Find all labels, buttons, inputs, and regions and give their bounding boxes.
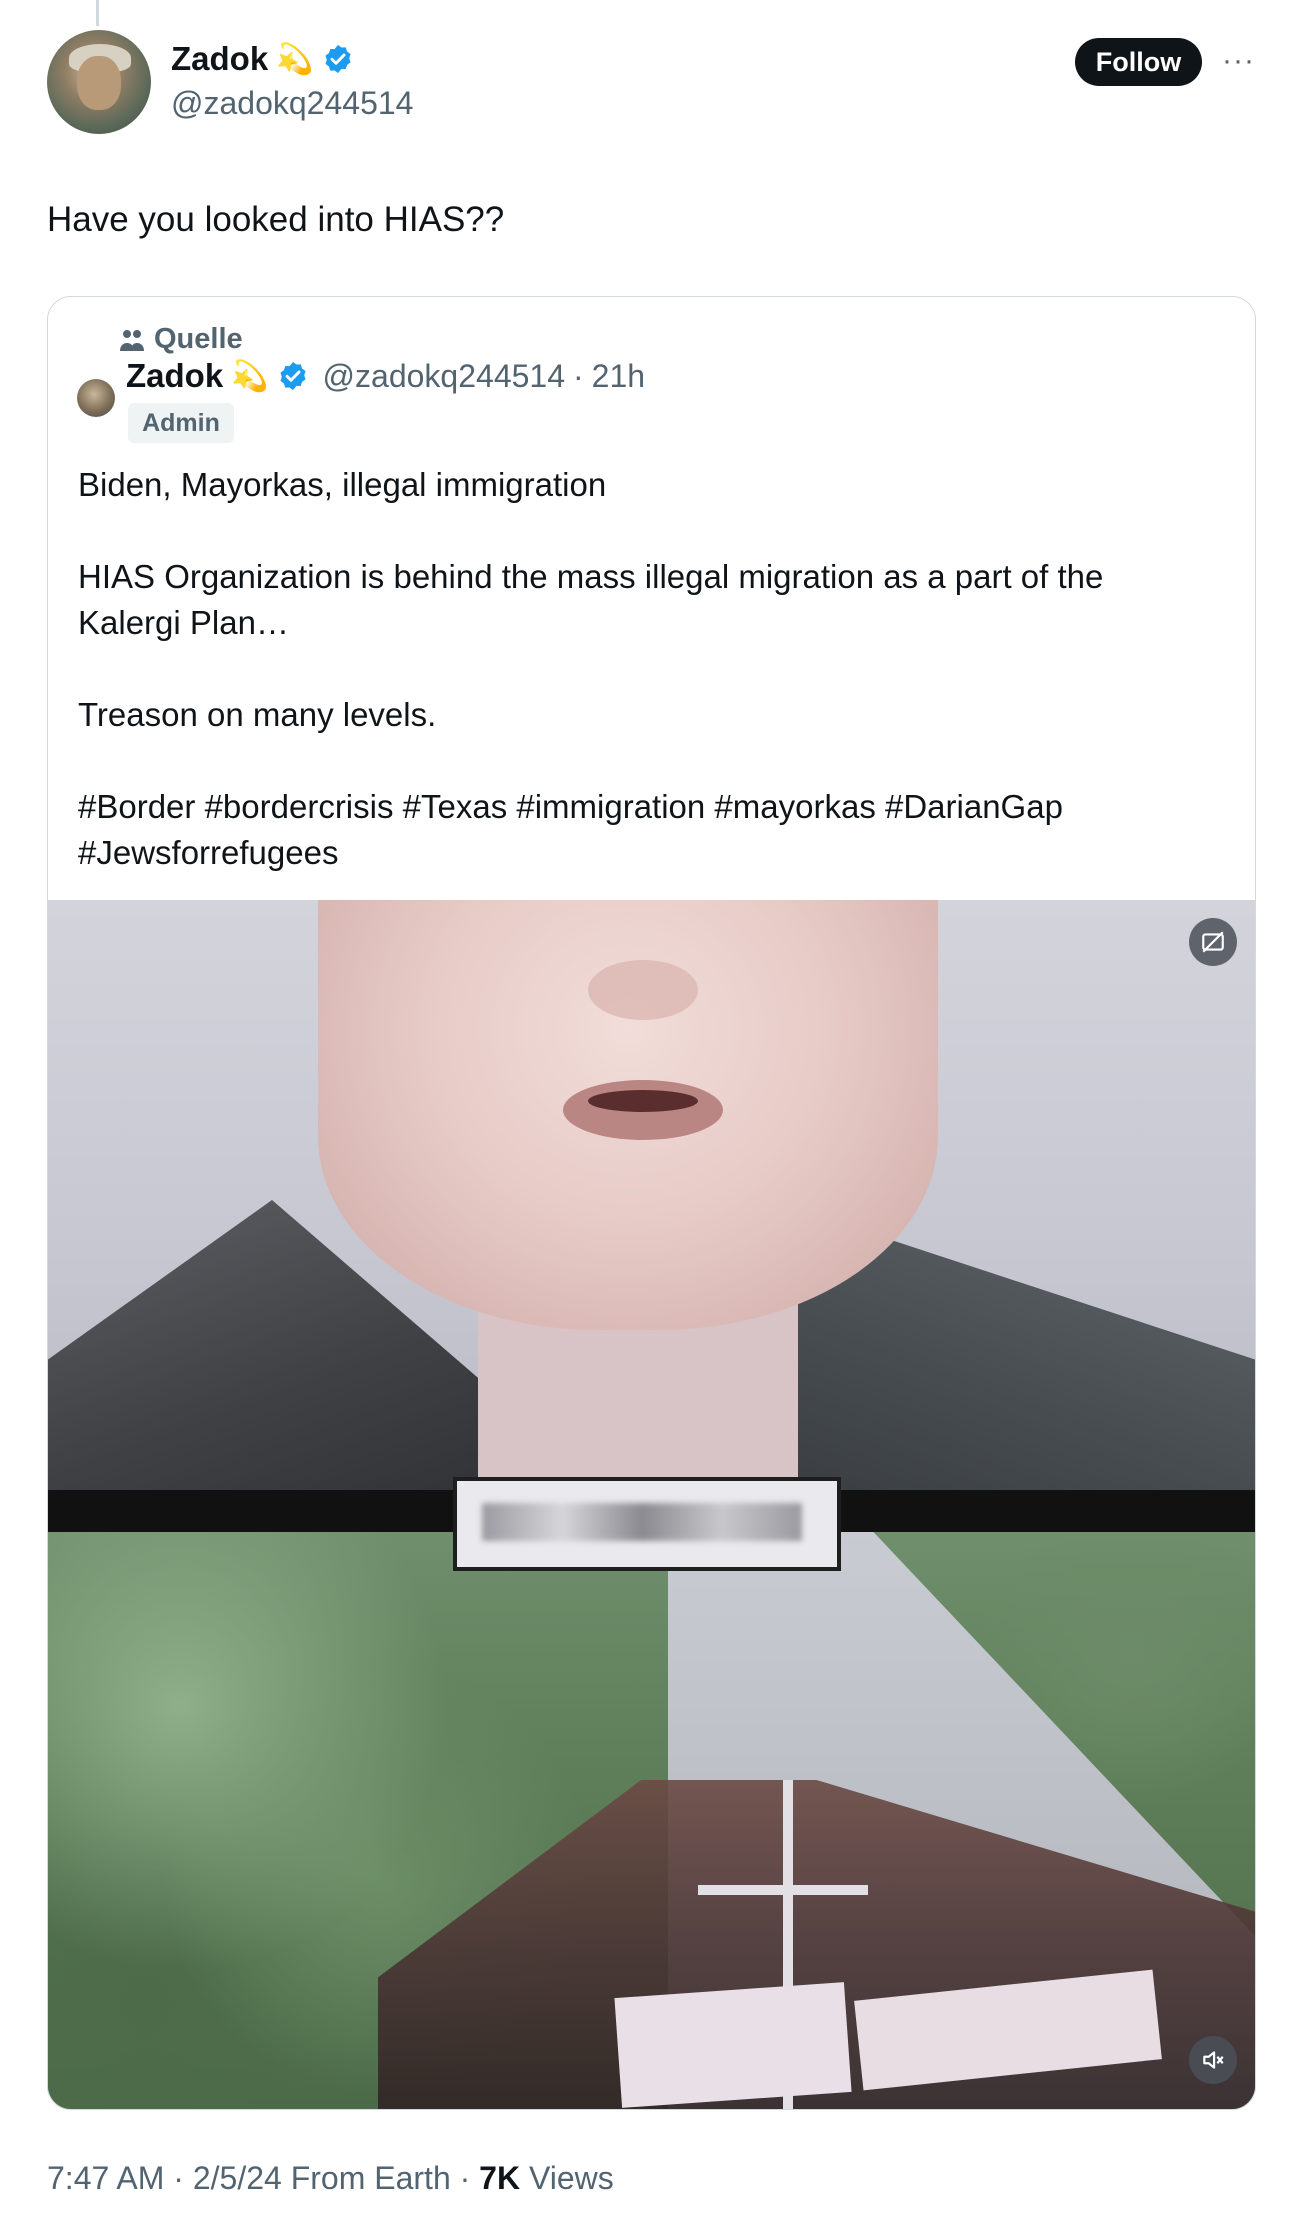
video-mouth-inner <box>588 1090 698 1112</box>
author-handle[interactable]: @zadokq244514 <box>171 85 413 122</box>
avatar[interactable] <box>47 30 151 134</box>
quoted-avatar[interactable] <box>77 379 115 417</box>
quoted-timestamp[interactable]: 21h <box>592 358 645 395</box>
follow-button[interactable]: Follow <box>1075 38 1202 86</box>
author-name-row: Zadok 💫 <box>171 40 354 78</box>
avatar-face <box>77 56 121 110</box>
community-icon <box>120 329 144 351</box>
quoted-video[interactable] <box>48 900 1255 2109</box>
quoted-author-name[interactable]: Zadok <box>126 357 223 395</box>
quoted-paragraph: Biden, Mayorkas, illegal immigration <box>78 466 607 503</box>
video-cross-horizontal <box>698 1885 868 1895</box>
quoted-paragraph: Treason on many levels. <box>78 696 437 733</box>
mute-icon-glyph <box>1203 2051 1224 2069</box>
video-banner-left <box>614 1982 852 2108</box>
verified-badge-icon <box>280 362 306 390</box>
mute-icon[interactable] <box>1189 2036 1237 2084</box>
verified-badge-icon <box>325 45 351 73</box>
quoted-author-emoji: 💫 <box>231 359 269 393</box>
quoted-text: Biden, Mayorkas, illegal immigration HIA… <box>78 462 1208 876</box>
separator-dot: · <box>173 2160 184 2196</box>
author-name[interactable]: Zadok <box>171 40 268 78</box>
views-label: Views <box>528 2160 614 2196</box>
post-text: Have you looked into HIAS?? <box>47 200 505 239</box>
video-caption-box <box>453 1477 841 1571</box>
views-count: 7K <box>479 2160 521 2196</box>
community-name: Quelle <box>154 323 243 355</box>
separator-dot: · <box>459 2160 471 2196</box>
admin-badge: Admin <box>128 403 234 443</box>
video-caption-blur <box>482 1503 802 1541</box>
quoted-author-row: Zadok 💫 @zadokq244514 · 21h <box>126 357 645 395</box>
more-options-icon[interactable]: ··· <box>1222 44 1255 78</box>
video-nose <box>588 960 698 1020</box>
author-emoji: 💫 <box>276 42 314 76</box>
quoted-hashtags[interactable]: #Border #bordercrisis #Texas #immigratio… <box>78 784 1208 876</box>
post-source: From Earth <box>290 2160 451 2196</box>
quoted-post[interactable]: Quelle Zadok 💫 @zadokq244514 · 21h Admin… <box>47 296 1256 2110</box>
separator-dot: · <box>573 357 584 394</box>
quoted-author-handle[interactable]: @zadokq244514 <box>323 358 565 395</box>
thread-line <box>96 0 99 26</box>
post-meta: 7:47 AM · 2/5/24 From Earth · 7K Views <box>47 2160 614 2197</box>
community-label-row[interactable]: Quelle <box>118 323 243 356</box>
post-time[interactable]: 7:47 AM <box>47 2160 164 2196</box>
gif-off-icon-glyph <box>1202 931 1224 953</box>
post-date[interactable]: 2/5/24 <box>193 2160 282 2196</box>
gif-off-icon[interactable] <box>1189 918 1237 966</box>
quoted-paragraph: HIAS Organization is behind the mass ill… <box>78 558 1104 641</box>
